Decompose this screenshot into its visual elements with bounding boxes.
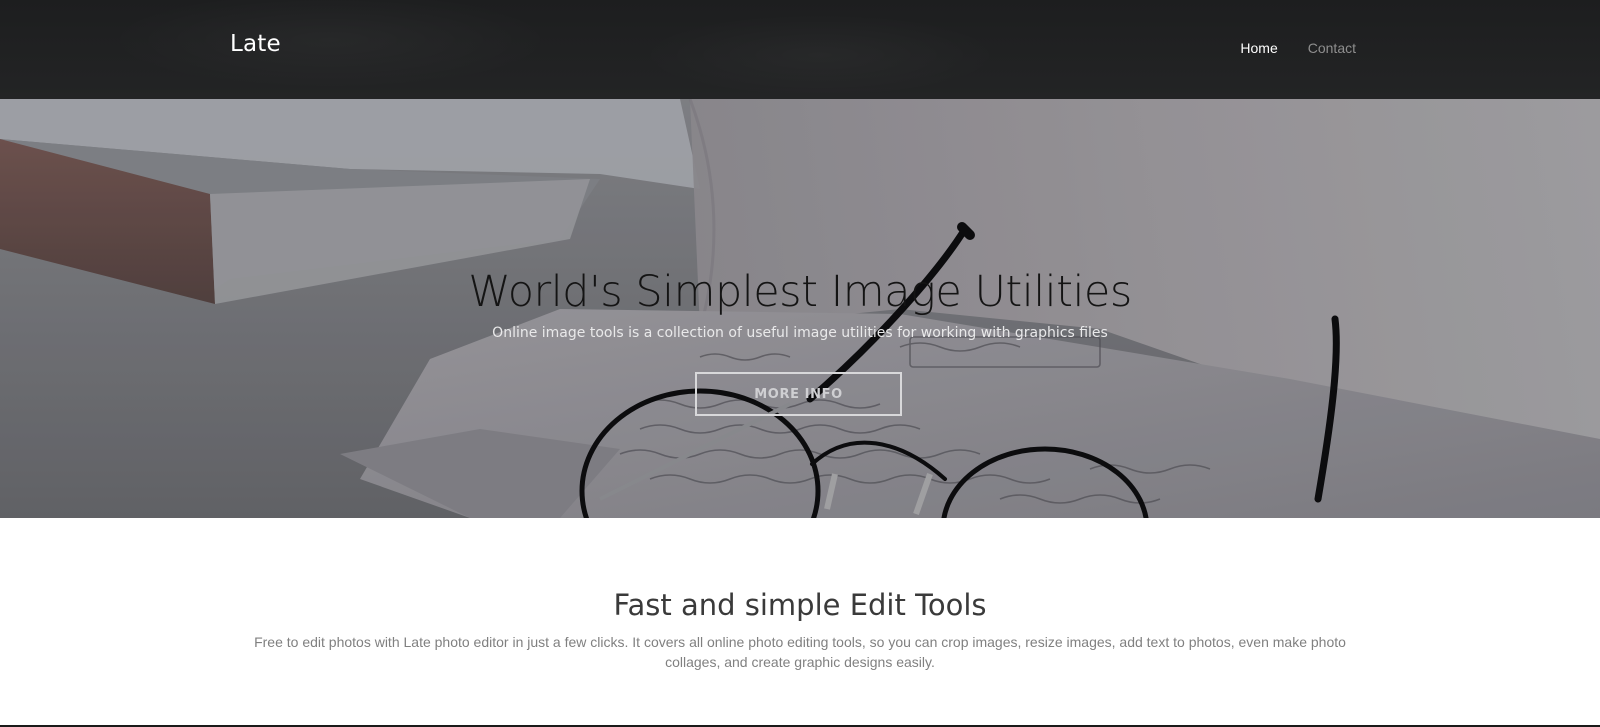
brand-logo[interactable]: Late [230, 31, 281, 57]
nav-links: Home Contact [1240, 40, 1356, 56]
navbar: Late Home Contact [0, 0, 1600, 99]
hero-section: World's Simplest Image Utilities Online … [0, 99, 1600, 518]
hero-title: World's Simplest Image Utilities [468, 267, 1132, 317]
nav-link-home[interactable]: Home [1240, 40, 1277, 56]
features-description: Free to edit photos with Late photo edit… [254, 634, 1346, 670]
more-info-button[interactable]: MORE INFO [695, 372, 902, 416]
hero-subtitle: Online image tools is a collection of us… [492, 325, 1108, 341]
features-title: Fast and simple Edit Tools [613, 588, 987, 622]
nav-link-contact[interactable]: Contact [1308, 40, 1356, 56]
